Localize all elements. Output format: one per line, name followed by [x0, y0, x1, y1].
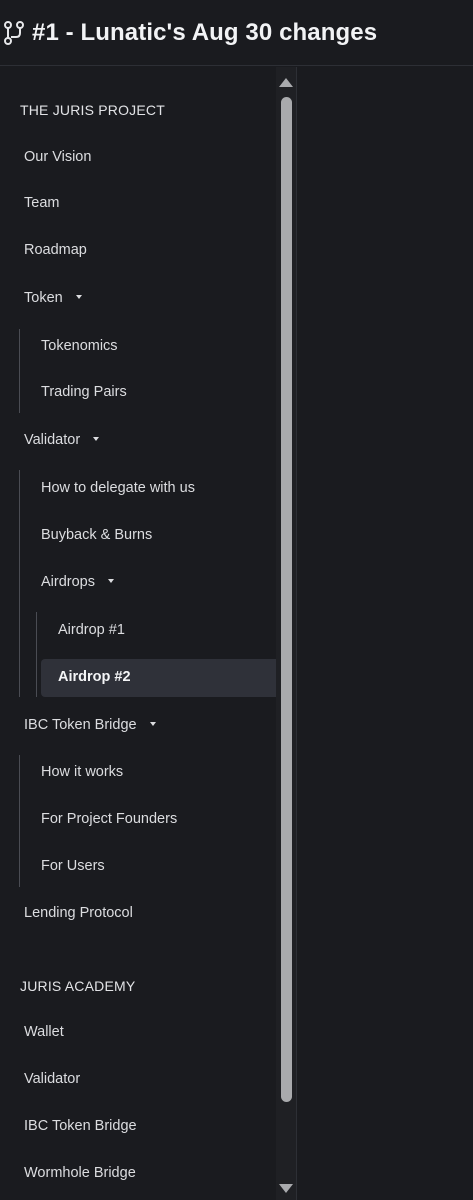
nav-item-label: Airdrops: [41, 574, 95, 590]
chevron-down-icon[interactable]: [93, 437, 100, 441]
nav-item-our-vision[interactable]: Our Vision: [24, 149, 91, 165]
nav-item-label: Buyback & Burns: [41, 527, 153, 543]
nav-item-label: IBC Token Bridge: [24, 1118, 137, 1134]
nav-item-label: How it works: [41, 764, 124, 780]
nav-item-academy-ibc-token-bridge[interactable]: IBC Token Bridge: [24, 1118, 137, 1134]
tree-guide-line: [19, 755, 20, 887]
chevron-down-icon[interactable]: [108, 579, 114, 583]
nav-item-academy-validator[interactable]: Validator: [24, 1071, 80, 1087]
nav-item-label: Trading Pairs: [41, 384, 127, 400]
nav-item-label: Wallet: [24, 1024, 64, 1040]
nav-item-label: Validator: [24, 1071, 81, 1087]
nav-item-label: IBC Token Bridge: [24, 717, 137, 733]
nav-item-label: Roadmap: [24, 242, 87, 258]
nav-item-lending-protocol[interactable]: Lending Protocol: [24, 905, 133, 921]
nav-item-label: Our Vision: [24, 149, 92, 165]
nav-item-tokenomics[interactable]: Tokenomics: [41, 338, 118, 354]
sidebar-nav: THE JURIS PROJECT Our Vision Team Roadma…: [0, 67, 297, 1200]
nav-item-token[interactable]: Token: [24, 290, 82, 306]
nav-item-label: Validator: [24, 432, 81, 448]
nav-item-airdrop-1[interactable]: Airdrop #1: [58, 622, 125, 638]
nav-item-buyback-burns[interactable]: Buyback & Burns: [41, 527, 152, 543]
nav-item-label: Token: [24, 290, 63, 306]
chevron-down-icon[interactable]: [75, 295, 82, 299]
tree-guide-line: [19, 329, 20, 413]
nav-item-academy-wallet[interactable]: Wallet: [24, 1024, 64, 1040]
nav-item-label: For Project Founders: [41, 811, 178, 827]
scroll-down-arrow-icon[interactable]: [279, 1184, 293, 1193]
nav-item-label: Airdrop #2: [58, 669, 131, 685]
nav-item-roadmap[interactable]: Roadmap: [24, 242, 87, 258]
section-title-juris-project: THE JURIS PROJECT: [20, 102, 165, 118]
nav-item-label: Wormhole Bridge: [24, 1165, 136, 1181]
nav-item-label: Lending Protocol: [24, 905, 133, 921]
scroll-up-arrow-icon[interactable]: [279, 78, 293, 87]
nav-item-how-to-delegate[interactable]: How to delegate with us: [41, 480, 195, 496]
nav-item-label: How to delegate with us: [41, 480, 195, 496]
nav-item-validator[interactable]: Validator: [24, 432, 100, 448]
nav-item-how-it-works[interactable]: How it works: [41, 764, 123, 780]
page-header: #1 - Lunatic's Aug 30 changes: [0, 0, 473, 66]
nav-item-airdrops[interactable]: Airdrops: [41, 574, 114, 590]
nav-item-academy-wormhole-bridge[interactable]: Wormhole Bridge: [24, 1165, 136, 1181]
nav-item-label: For Users: [41, 858, 105, 874]
page-title: #1 - Lunatic's Aug 30 changes: [32, 18, 378, 46]
nav-item-team[interactable]: Team: [24, 195, 59, 211]
section-title-juris-academy: JURIS ACADEMY: [20, 978, 136, 994]
tree-guide-line: [19, 470, 20, 697]
nav-item-ibc-token-bridge[interactable]: IBC Token Bridge: [24, 717, 156, 733]
git-branch-icon: [4, 20, 24, 45]
scrollbar-thumb[interactable]: [281, 97, 292, 1102]
nav-item-label: Tokenomics: [41, 338, 118, 354]
nav-item-airdrop-2[interactable]: Airdrop #2: [58, 669, 131, 685]
nav-item-label: Airdrop #1: [58, 622, 125, 638]
nav-item-label: Team: [24, 195, 60, 211]
nav-item-trading-pairs[interactable]: Trading Pairs: [41, 384, 127, 400]
nav-item-for-users[interactable]: For Users: [41, 858, 105, 874]
nav-item-for-project-founders[interactable]: For Project Founders: [41, 811, 177, 827]
tree-guide-line: [36, 612, 37, 697]
chevron-down-icon[interactable]: [149, 722, 156, 726]
